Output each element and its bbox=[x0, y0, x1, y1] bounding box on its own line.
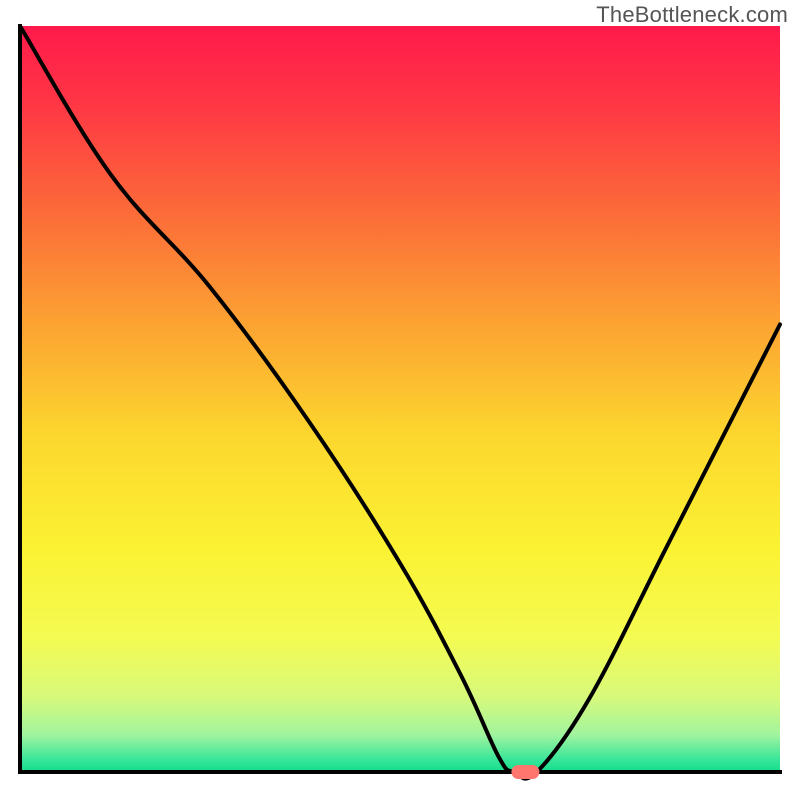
chart-container: TheBottleneck.com bbox=[0, 0, 800, 800]
bottleneck-chart bbox=[0, 0, 800, 800]
watermark-text: TheBottleneck.com bbox=[596, 2, 788, 28]
plot-background-gradient bbox=[20, 26, 780, 772]
optimal-point-marker bbox=[511, 765, 539, 779]
